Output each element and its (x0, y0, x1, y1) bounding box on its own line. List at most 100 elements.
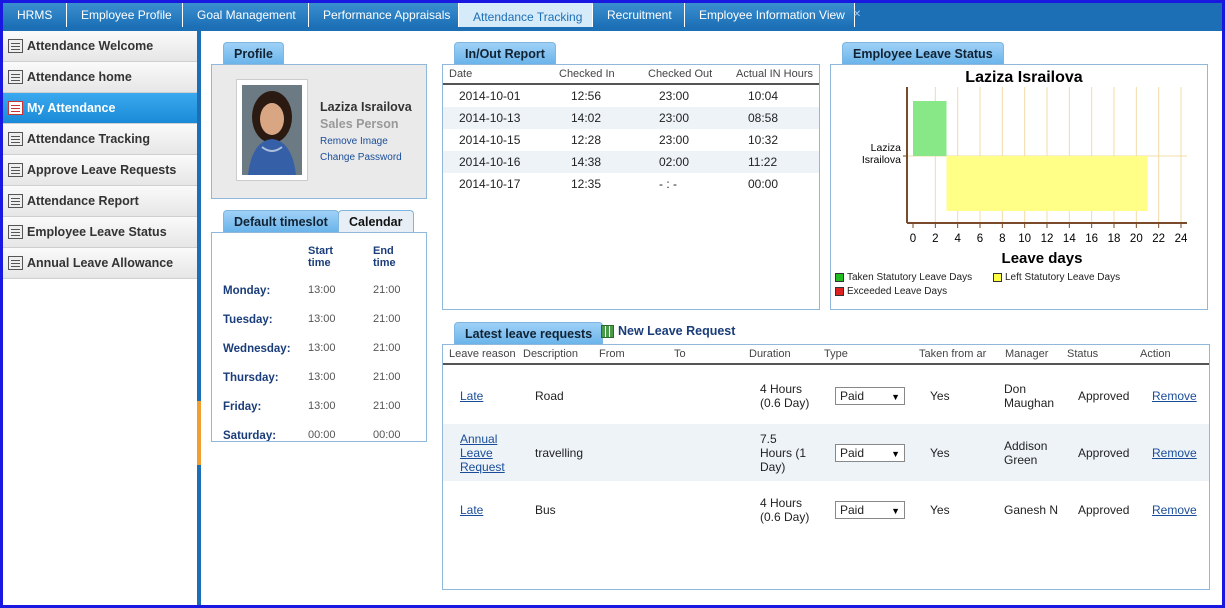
table-row: 2014-10-15 12:28 23:00 10:32 (443, 129, 819, 151)
module-tabs: HRMS Employee Profile Goal Management Pe… (3, 3, 1222, 27)
tab-calendar[interactable]: Calendar (338, 210, 414, 232)
day-label: Saturday: (223, 430, 277, 442)
description: Road (535, 388, 564, 403)
x-tick-label: 10 (1018, 233, 1031, 245)
tab-latest-leave-requests[interactable]: Latest leave requests (454, 322, 604, 344)
remove-link[interactable]: Remove (1152, 389, 1197, 403)
taken-from: Yes (930, 502, 950, 517)
start-time: 13:00 (308, 342, 336, 354)
leave-type-select[interactable]: Paid (835, 500, 905, 519)
tab-inout-report[interactable]: In/Out Report (454, 42, 556, 64)
duration: 4 Hours (0.6 Day) (760, 495, 810, 524)
change-password-link[interactable]: Change Password (320, 152, 402, 163)
leave-type-select[interactable]: Paid (835, 443, 905, 462)
sidebar-item-employee-leave-status[interactable]: Employee Leave Status (3, 217, 197, 248)
table-cell: 23:00 (659, 111, 690, 125)
legend-swatch (835, 287, 844, 296)
end-time: 21:00 (373, 284, 401, 296)
taken-from: Yes (930, 388, 950, 403)
tab-attendance-tracking[interactable]: Attendance Tracking (459, 3, 593, 27)
sidebar-item-attendance-report[interactable]: Attendance Report (3, 186, 197, 217)
tab-goal-management[interactable]: Goal Management (183, 3, 309, 27)
leave-reason-link[interactable]: Late (460, 389, 516, 403)
remove-link[interactable]: Remove (1152, 446, 1197, 460)
tab-profile[interactable]: Profile (223, 42, 284, 64)
bar-taken (913, 101, 947, 156)
tab-performance-appraisals[interactable]: Performance Appraisals (309, 3, 459, 27)
y-category-label: Laziza (871, 142, 902, 154)
manager: Ganesh N (1004, 502, 1059, 517)
sidebar-item-attendance-welcome[interactable]: Attendance Welcome (3, 31, 197, 62)
day-label: Friday: (223, 401, 262, 413)
header-divider (443, 363, 1209, 365)
table-cell: 2014-10-13 (459, 111, 521, 125)
start-time: 13:00 (308, 400, 336, 412)
table-row: Annual Leave Request travelling 7.5 Hours … (443, 424, 1209, 481)
tab-label: Employee Information View (699, 8, 845, 22)
tab-hrms[interactable]: HRMS (3, 3, 67, 27)
table-cell: 08:58 (748, 111, 779, 125)
column-header: Status (1067, 348, 1099, 360)
new-leave-request-label: New Leave Request (618, 324, 736, 338)
new-leave-request-link[interactable]: New Leave Request (601, 324, 735, 338)
table-cell: 2014-10-15 (459, 133, 521, 147)
col-checked-out: Checked Out (648, 68, 713, 80)
table-row: 2014-10-13 14:02 23:00 08:58 (443, 107, 819, 129)
sidebar-splitter[interactable] (197, 31, 201, 605)
sidebar-item-label: My Attendance (27, 101, 116, 115)
tab-employee-leave-status[interactable]: Employee Leave Status (842, 42, 1004, 64)
x-tick-label: 8 (999, 233, 1005, 245)
column-header: From (599, 348, 625, 360)
grid-icon (8, 70, 23, 84)
document-icon (8, 132, 23, 146)
sidebar-item-annual-leave-allowance[interactable]: Annual Leave Allowance (3, 248, 197, 279)
end-time: 21:00 (373, 342, 401, 354)
legend-label: Taken Statutory Leave Days (847, 272, 973, 283)
column-header: Taken from ar (919, 348, 987, 360)
leave-status-panel: Laziza Israilova 0 2 4 6 8 10 12 14 16 18 20 22 24 Laz… (830, 64, 1208, 310)
column-header: Duration (749, 348, 791, 360)
collapse-handle[interactable] (197, 401, 201, 465)
tab-employee-information-view[interactable]: Employee Information View ✕ (685, 3, 861, 27)
tab-recruitment[interactable]: Recruitment (593, 3, 685, 27)
remove-link[interactable]: Remove (1152, 503, 1197, 517)
timeslot-panel: Start time End time Monday: 13:00 21:00 Tue… (211, 232, 427, 442)
table-row: 2014-10-17 12:35 - : - 00:00 (443, 173, 819, 195)
legend-item-taken: Taken Statutory Leave Days (835, 272, 972, 283)
table-row: 2014-10-01 12:56 23:00 10:04 (443, 85, 819, 107)
leave-type-select[interactable]: Paid (835, 386, 905, 405)
tab-default-timeslot[interactable]: Default timeslot (223, 210, 339, 232)
table-cell: 12:28 (571, 133, 602, 147)
table-cell: 2014-10-01 (459, 89, 521, 103)
x-tick-label: 22 (1152, 233, 1165, 245)
column-header: Leave reason (449, 348, 516, 360)
sidebar-item-approve-leave-requests[interactable]: Approve Leave Requests (3, 155, 197, 186)
start-time: 13:00 (308, 313, 336, 325)
start-time: 13:00 (308, 371, 336, 383)
close-icon[interactable]: ✕ (853, 3, 861, 27)
sidebar-item-label: Employee Leave Status (27, 225, 167, 239)
sidebar-item-attendance-home[interactable]: Attendance home (3, 62, 197, 93)
sidebar-item-my-attendance[interactable]: My Attendance (3, 93, 197, 124)
tab-employee-profile[interactable]: Employee Profile (67, 3, 183, 27)
end-time: 00:00 (373, 429, 401, 441)
legend-label: Left Statutory Leave Days (1005, 272, 1121, 283)
sidebar-item-attendance-tracking[interactable]: Attendance Tracking (3, 124, 197, 155)
column-header: Manager (1005, 348, 1049, 360)
col-date: Date (449, 68, 473, 80)
table-cell: 23:00 (659, 133, 690, 147)
table-cell: 10:32 (748, 133, 779, 147)
end-time: 21:00 (373, 371, 401, 383)
x-tick-label: 2 (932, 233, 938, 245)
sidebar-item-label: Attendance Welcome (27, 39, 154, 53)
table-row: 2014-10-16 14:38 02:00 11:22 (443, 151, 819, 173)
remove-image-link[interactable]: Remove Image (320, 136, 388, 147)
sidebar-item-label: Approve Leave Requests (27, 163, 177, 177)
end-time: 21:00 (373, 313, 401, 325)
x-tick-label: 20 (1130, 233, 1143, 245)
day-label: Thursday: (223, 372, 279, 384)
leave-reason-link[interactable]: Annual Leave Request (460, 432, 516, 474)
table-cell: 14:02 (571, 111, 602, 125)
leave-reason-link[interactable]: Late (460, 503, 516, 517)
table-cell: 02:00 (659, 155, 690, 169)
